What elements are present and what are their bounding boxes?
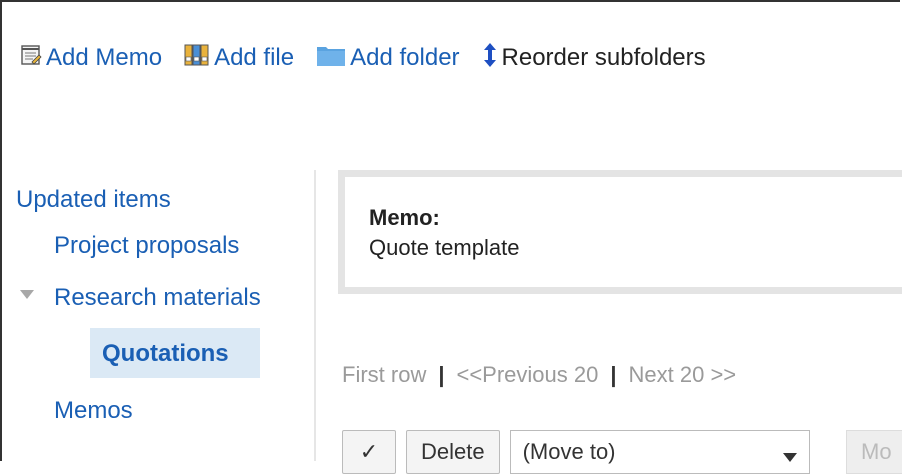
- memo-label: Memo:: [369, 205, 440, 230]
- sidebar-item-updated-items[interactable]: Updated items: [16, 186, 171, 214]
- reorder-label: Reorder subfolders: [501, 44, 706, 71]
- select-all-button[interactable]: ✓: [342, 430, 396, 474]
- reorder-icon: [482, 42, 498, 75]
- next-page-link[interactable]: Next 20 >>: [629, 362, 737, 388]
- file-icon: [184, 43, 210, 74]
- toolbar: Add Memo Add file Add folder Reorder sub…: [20, 38, 728, 78]
- add-memo-label: Add Memo: [46, 44, 163, 71]
- folder-icon: [316, 43, 346, 74]
- reorder-subfolders-button[interactable]: Reorder subfolders: [482, 42, 706, 75]
- add-folder-button[interactable]: Add folder: [316, 43, 460, 74]
- pager: First row | <<Previous 20 | Next 20 >>: [342, 362, 736, 388]
- sidebar-item-memos[interactable]: Memos: [54, 397, 133, 425]
- delete-button[interactable]: Delete: [406, 430, 500, 474]
- move-to-selected-value: (Move to): [522, 439, 616, 464]
- sidebar-item-research-materials[interactable]: Research materials: [54, 284, 261, 312]
- add-file-button[interactable]: Add file: [184, 43, 294, 74]
- sidebar-item-project-proposals[interactable]: Project proposals: [54, 232, 239, 260]
- add-folder-label: Add folder: [350, 44, 460, 71]
- sidebar-divider: [314, 170, 316, 461]
- move-button[interactable]: Mo: [846, 430, 902, 474]
- memo-value: Quote template: [369, 235, 520, 260]
- memo-icon: [20, 44, 42, 73]
- check-icon: ✓: [359, 439, 379, 464]
- move-to-select[interactable]: (Move to): [509, 430, 810, 474]
- pager-separator: |: [438, 362, 445, 387]
- action-bar: ✓ Delete (Move to): [342, 430, 810, 474]
- first-row-link[interactable]: First row: [342, 362, 426, 388]
- pager-separator: |: [610, 362, 617, 387]
- memo-panel: Memo: Quote template: [338, 170, 902, 294]
- add-memo-button[interactable]: Add Memo: [20, 44, 162, 73]
- previous-page-link[interactable]: <<Previous 20: [456, 362, 598, 388]
- caret-down-icon[interactable]: [20, 290, 34, 299]
- add-file-label: Add file: [214, 44, 295, 71]
- sidebar-item-quotations[interactable]: Quotations: [102, 340, 229, 368]
